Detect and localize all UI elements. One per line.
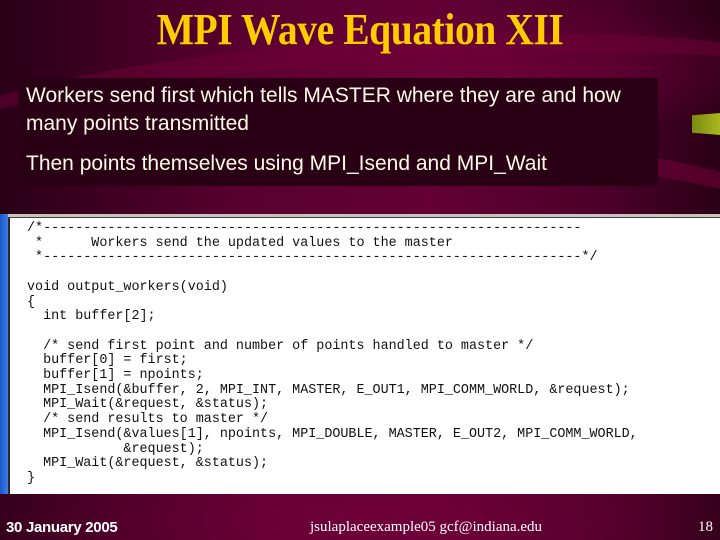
slide-title: MPI Wave Equation XII	[156, 5, 564, 54]
bullet-text: Workers send first which tells MASTER wh…	[26, 84, 621, 135]
code-line: buffer[0] = first;	[27, 353, 188, 369]
code-line: /*--------------------------------------…	[27, 221, 582, 236]
bullet-textbox: Workers send first which tells MASTER wh…	[18, 78, 658, 186]
code-line: MPI_Wait(&request, &status);	[27, 456, 269, 472]
code-line: MPI_Isend(&buffer, 2, MPI_INT, MASTER, E…	[27, 382, 630, 398]
code-listing: /*--------------------------------------…	[27, 221, 638, 487]
code-line: void output_workers(void)	[27, 279, 228, 295]
code-line: buffer[1] = npoints;	[27, 368, 204, 384]
footer-date: 30 January 2005	[6, 519, 118, 536]
window-border	[8, 214, 720, 218]
code-line: /* send first point and number of points…	[27, 338, 534, 354]
decorative-accent	[692, 113, 720, 135]
code-line: MPI_Isend(&values[1], npoints, MPI_DOUBL…	[27, 426, 638, 442]
footer-filename-email: jsulaplaceexample05 gcf@indiana.edu	[310, 519, 543, 535]
code-line: int buffer[2];	[27, 309, 156, 325]
code-line: * Workers send the updated values to the…	[27, 235, 453, 251]
window-border	[8, 214, 10, 494]
code-window: /*--------------------------------------…	[0, 214, 720, 494]
code-line: MPI_Wait(&request, &status);	[27, 397, 269, 413]
code-line: /* send results to master */	[27, 412, 269, 428]
code-line: *---------------------------------------…	[27, 250, 598, 266]
code-line: &request);	[27, 441, 204, 457]
page-number: 18	[698, 519, 713, 535]
code-line: {	[27, 294, 36, 310]
code-line: }	[27, 470, 36, 486]
window-border	[0, 214, 8, 494]
bullet-text: Then points themselves using MPI_Isend a…	[26, 152, 547, 175]
